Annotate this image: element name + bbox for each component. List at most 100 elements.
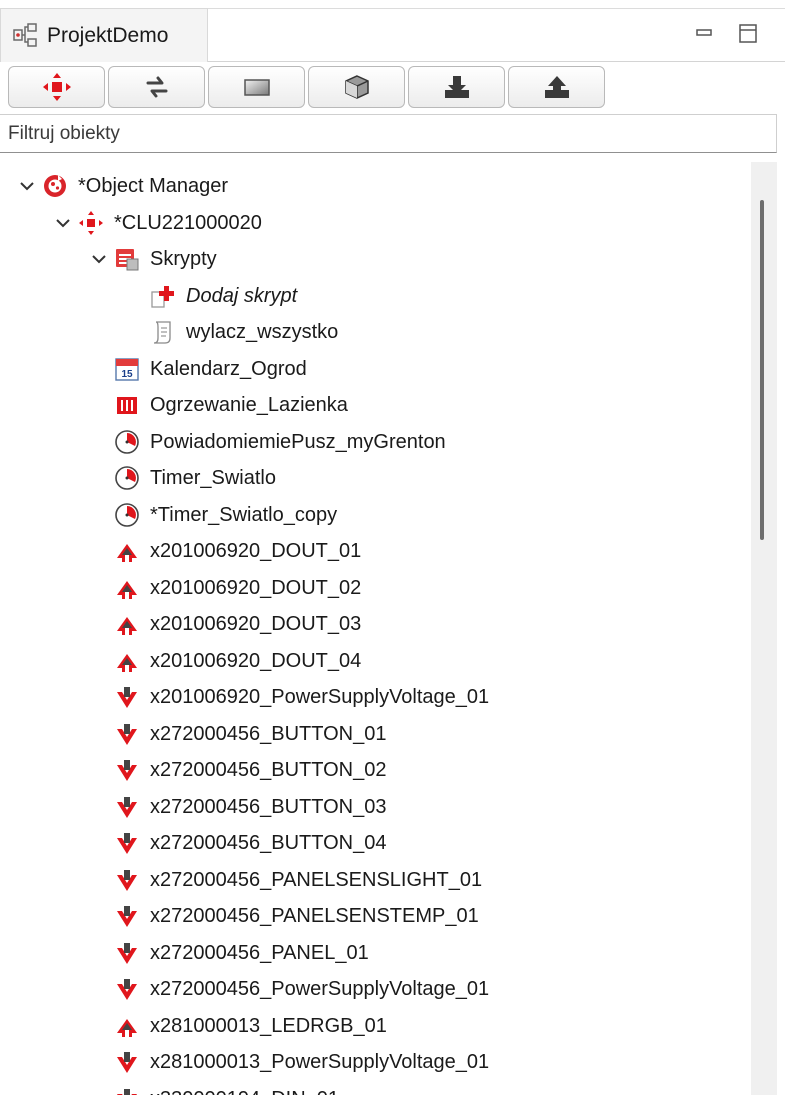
tree-row[interactable]: x281000013_LEDRGB_01 (114, 1008, 391, 1044)
tree-row[interactable]: *Timer_Swiatlo_copy (110, 497, 348, 533)
tree-row[interactable]: x272000456_PANELSENSTEMP_01 (114, 898, 483, 934)
tree-item-label: Kalendarz_Ogrod (150, 357, 307, 380)
tree-item-label: x281000013_PowerSupplyVoltage_01 (150, 1051, 490, 1073)
tree-row[interactable]: wylacz_wszystko (150, 314, 342, 350)
timer-icon (115, 466, 139, 490)
thermostat-icon (117, 397, 137, 414)
input-arrow-icon (117, 906, 137, 927)
cube-icon (344, 75, 369, 99)
filter-placeholder: Filtruj obiekty (8, 122, 120, 144)
tree-item-label: *Timer_Swiatlo_copy (150, 503, 338, 526)
tree-item-label: x201006920_DOUT_04 (150, 649, 362, 672)
tree-item-label: x201006920_DOUT_03 (150, 613, 362, 635)
tree-item-label: x272000456_PowerSupplyVoltage_01 (150, 978, 490, 1000)
tree-row[interactable]: x272000456_PANEL_01 (114, 935, 373, 971)
inputs-button[interactable] (408, 66, 505, 108)
add-clu-button[interactable] (8, 66, 105, 108)
input-arrow-icon (117, 723, 137, 745)
module-button[interactable] (308, 66, 405, 108)
input-arrow-icon (117, 687, 137, 708)
object-tree: *Object Manager *CLU221000020 Skrypty Dodaj… (0, 160, 750, 1095)
chevron-down-icon[interactable] (54, 214, 72, 232)
tree-row[interactable]: x201006920_DOUT_02 (114, 570, 365, 606)
tree-item-label: *Object Manager (78, 175, 229, 197)
input-arrow-icon (117, 979, 137, 1000)
tree-item-label: Skrypty (150, 248, 217, 270)
tree-item-label: x272000456_PANELSENSTEMP_01 (150, 905, 479, 927)
tree-item-label: x272000456_PANEL_01 (150, 941, 369, 964)
output-arrow-icon (117, 580, 137, 599)
tree-item-label: wylacz_wszystko (186, 321, 339, 343)
output-arrow-icon (544, 76, 569, 98)
panel-button[interactable] (208, 66, 305, 108)
swap-arrows-icon (146, 76, 167, 98)
minimize-icon[interactable] (694, 22, 716, 44)
tree-row[interactable]: x201006920_DOUT_03 (114, 606, 365, 642)
input-arrow-icon (117, 1088, 137, 1095)
scripts-icon (116, 249, 139, 271)
tree-row[interactable]: x201006920_DOUT_04 (114, 643, 365, 679)
maximize-icon[interactable] (737, 22, 759, 44)
swap-button[interactable] (108, 66, 205, 108)
outputs-button[interactable] (508, 66, 605, 108)
tree-row[interactable]: Skrypty (90, 241, 221, 277)
input-arrow-icon (117, 1052, 137, 1073)
output-arrow-icon (117, 1018, 137, 1037)
tree-item-label: x272000456_BUTTON_01 (150, 722, 387, 745)
tree-item-label: x272000456_BUTTON_04 (150, 832, 387, 854)
tree-row[interactable]: Dodaj skrypt (150, 278, 301, 314)
timer-icon (115, 502, 139, 527)
tree-row[interactable]: Timer_Swiatlo (114, 460, 280, 496)
output-arrow-icon (117, 544, 137, 562)
input-arrow-icon (117, 942, 137, 964)
tree-item-label: x201006920_DOUT_01 (150, 540, 362, 562)
tab-title: ProjektDemo (47, 23, 169, 47)
toolbar (8, 66, 608, 108)
scrollbar-thumb[interactable] (760, 200, 764, 540)
tree-row[interactable]: x272000456_PANELSENSLIGHT_01 (114, 862, 486, 898)
chevron-down-icon[interactable] (90, 250, 108, 268)
tree-item-label: x201006920_DOUT_02 (150, 576, 362, 599)
tree-item-label: x330000194_DIN_01 (146, 1084, 343, 1095)
view-tab-bar: ProjektDemo (0, 0, 785, 62)
object-manager-icon (44, 175, 66, 197)
vertical-scrollbar[interactable] (751, 162, 777, 1095)
tree-item-label: x272000456_BUTTON_03 (150, 795, 387, 818)
tree-row[interactable]: x272000456_BUTTON_01 (114, 716, 390, 752)
timer-icon (115, 429, 139, 454)
tree-row[interactable]: Ogrzewanie_Lazienka (114, 387, 352, 423)
tree-row[interactable]: x272000456_PowerSupplyVoltage_01 (114, 971, 493, 1007)
input-arrow-icon (117, 833, 137, 854)
output-arrow-icon (117, 617, 137, 635)
tree-item-label: x201006920_PowerSupplyVoltage_01 (150, 686, 490, 708)
panel-icon (243, 79, 270, 96)
tab-projekt-demo[interactable]: ProjektDemo (0, 8, 208, 62)
tree-row[interactable]: 15 Kalendarz_Ogrod (114, 351, 311, 387)
script-file-icon (153, 321, 171, 344)
tree-row[interactable]: x330000194_DIN_01 (114, 1081, 343, 1095)
filter-input[interactable]: Filtruj obiekty (0, 114, 777, 153)
input-arrow-icon (117, 869, 137, 891)
add-script-icon (151, 285, 174, 308)
tree-row[interactable]: x201006920_DOUT_01 (114, 533, 365, 569)
tree-row[interactable]: *Object Manager (18, 168, 232, 204)
tree-row[interactable]: x281000013_PowerSupplyVoltage_01 (114, 1044, 493, 1080)
tree-row[interactable]: *CLU221000020 (54, 205, 266, 241)
tree-item-label: PowiadomiemiePusz_myGrenton (150, 430, 446, 453)
tree-row[interactable]: PowiadomiemiePusz_myGrenton (114, 424, 450, 460)
tree-item-label: Ogrzewanie_Lazienka (150, 394, 348, 416)
input-arrow-icon (117, 760, 137, 781)
clu-icon (42, 73, 71, 101)
tree-row[interactable]: x272000456_BUTTON_03 (114, 789, 390, 825)
tree-row[interactable]: x272000456_BUTTON_04 (114, 825, 390, 861)
input-arrow-icon (117, 796, 137, 818)
clu-icon (79, 210, 103, 235)
tree-item-label: Dodaj skrypt (186, 284, 298, 307)
tree-row[interactable]: x201006920_PowerSupplyVoltage_01 (114, 679, 493, 715)
tree-row[interactable]: x272000456_BUTTON_02 (114, 752, 390, 788)
calendar-icon: 15 (115, 357, 139, 381)
chevron-down-icon[interactable] (18, 177, 36, 195)
tree-item-label: x272000456_BUTTON_02 (150, 759, 387, 781)
input-arrow-icon (444, 76, 469, 98)
tree-item-label: *CLU221000020 (114, 211, 262, 234)
